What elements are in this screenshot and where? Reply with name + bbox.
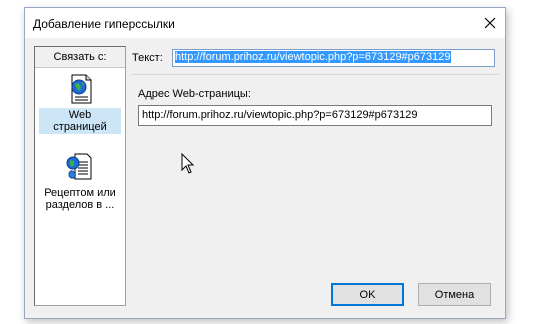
panel-header-label: Связать с:: [53, 51, 107, 63]
hyperlink-dialog: Добавление гиперссылки Связать с: Web ст…: [24, 7, 506, 319]
url-field-label: Адрес Web-страницы:: [138, 88, 251, 100]
recipe-link-icon: [66, 153, 92, 180]
link-type-recipe[interactable]: Рецептом или разделов в ...: [39, 151, 121, 221]
text-input[interactable]: http://forum.prihoz.ru/viewtopic.php?p=6…: [172, 49, 495, 67]
text-field-label: Текст:: [132, 52, 163, 64]
link-type-recipe-label-1: Рецептом или: [44, 187, 116, 199]
dialog-title: Добавление гиперссылки: [33, 17, 175, 31]
link-type-web-label-1: Web: [68, 109, 92, 121]
text-input-value: http://forum.prihoz.ru/viewtopic.php?p=6…: [175, 51, 451, 63]
ok-button-label: OK: [359, 288, 376, 301]
cancel-button[interactable]: Отмена: [418, 283, 491, 306]
web-page-icon: [71, 74, 92, 104]
link-type-web-label-2: страницей: [53, 121, 107, 133]
title-bar: Добавление гиперссылки: [25, 8, 505, 38]
ok-button[interactable]: OK: [331, 283, 404, 306]
link-type-recipe-label-2: разделов в ...: [45, 199, 115, 211]
url-input-value: http://forum.prihoz.ru/viewtopic.php?p=6…: [142, 109, 418, 121]
url-input[interactable]: http://forum.prihoz.ru/viewtopic.php?p=6…: [138, 105, 492, 126]
close-icon: [484, 17, 496, 29]
mouse-cursor-icon: [181, 153, 195, 174]
link-type-panel: Связать с: Web страницей Рецептом или ра…: [34, 46, 126, 306]
close-button[interactable]: [475, 8, 505, 38]
panel-header: Связать с:: [35, 47, 125, 68]
link-type-web-page[interactable]: Web страницей: [39, 73, 121, 139]
cancel-button-label: Отмена: [434, 288, 475, 301]
